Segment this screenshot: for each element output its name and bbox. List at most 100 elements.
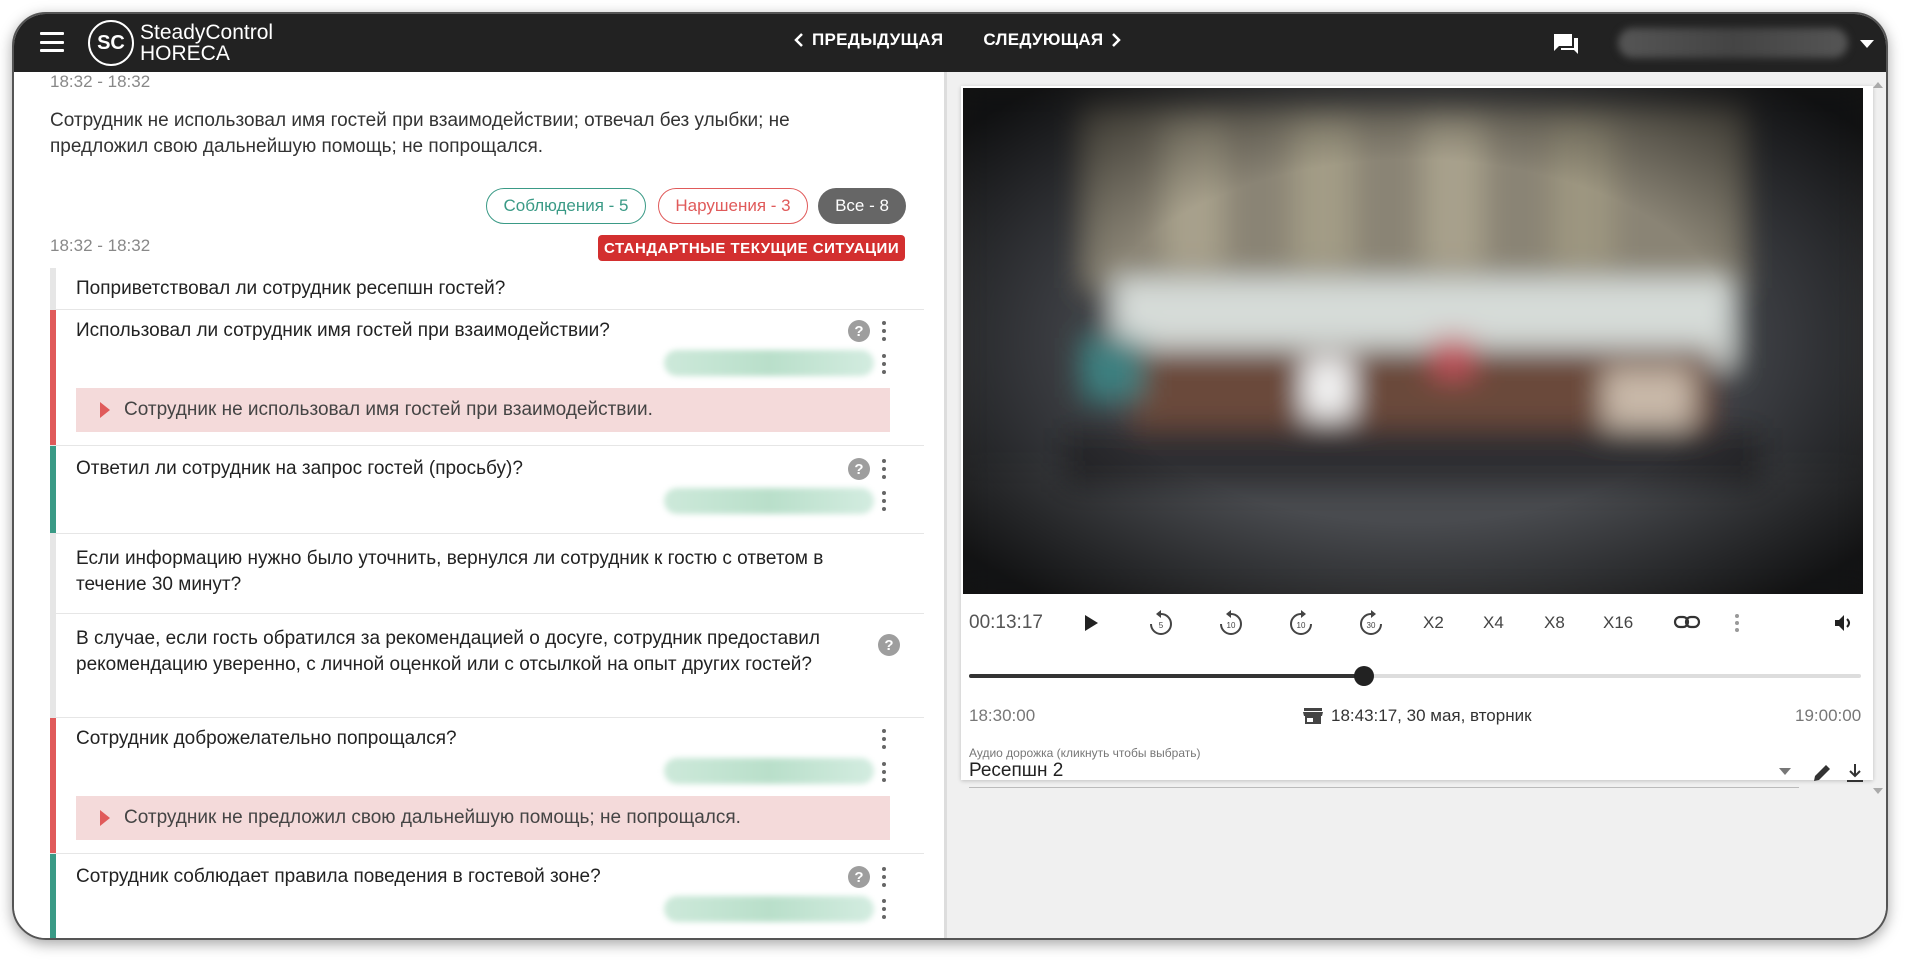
- summary-time: 18:32 - 18:32: [50, 72, 151, 91]
- timeline-datetime: 18:43:17, 30 мая, вторник: [1303, 706, 1532, 726]
- prev-button[interactable]: ПРЕДЫДУЩАЯ: [794, 30, 943, 50]
- status-bar: [50, 614, 56, 717]
- skip-label: 30: [1367, 621, 1376, 630]
- more-vert-icon[interactable]: [881, 762, 887, 782]
- more-vert-icon[interactable]: [881, 459, 887, 479]
- status-bar: [50, 310, 56, 445]
- status-bar: [50, 718, 56, 853]
- speed-x8-button[interactable]: X8: [1544, 613, 1565, 633]
- link-icon[interactable]: [1673, 614, 1701, 630]
- video-frame[interactable]: [963, 88, 1863, 594]
- help-icon[interactable]: ?: [848, 320, 870, 342]
- speed-x2-button[interactable]: X2: [1423, 613, 1444, 633]
- timeline-start: 18:30:00: [969, 706, 1036, 725]
- violation-comment: Сотрудник не использовал имя гостей при …: [76, 388, 890, 432]
- question-row: Поприветствовал ли сотрудник ресепшн гос…: [50, 268, 924, 310]
- datetime-text: 18:43:17, 30 мая, вторник: [1331, 706, 1532, 725]
- logo-mark: SC: [88, 20, 134, 66]
- evaluator-chip: [664, 896, 874, 922]
- question-row: Если информацию нужно было уточнить, вер…: [50, 534, 924, 614]
- evaluator-chip: [664, 758, 874, 784]
- status-bar: [50, 854, 56, 938]
- app-window: SC SteadyControl HORECA ПРЕДЫДУЩАЯ СЛЕДУ…: [12, 12, 1888, 940]
- question-row: Использовал ли сотрудник имя гостей при …: [50, 310, 924, 446]
- more-vert-icon[interactable]: [881, 867, 887, 887]
- violation-comment: Сотрудник не предложил свою дальнейшую п…: [76, 796, 890, 840]
- top-bar: SC SteadyControl HORECA ПРЕДЫДУЩАЯ СЛЕДУ…: [14, 14, 1886, 72]
- edit-icon[interactable]: [1811, 762, 1833, 784]
- audio-track-value: Ресепшн 2: [969, 760, 1064, 781]
- rewind-5-icon[interactable]: 5: [1147, 609, 1175, 637]
- question-row: Сотрудник доброжелательно попрощался? Со…: [50, 718, 924, 854]
- speed-x4-button[interactable]: X4: [1483, 613, 1504, 633]
- status-bar: [50, 446, 56, 533]
- skip-label: 5: [1159, 621, 1164, 630]
- more-vert-icon[interactable]: [881, 354, 887, 374]
- more-vert-icon[interactable]: [881, 899, 887, 919]
- question-text: Ответил ли сотрудник на запрос гостей (п…: [76, 458, 523, 479]
- status-bar: [50, 534, 56, 613]
- help-icon[interactable]: ?: [848, 458, 870, 480]
- violation-text: Сотрудник не предложил свою дальнейшую п…: [124, 807, 741, 828]
- rewind-10-icon[interactable]: 10: [1217, 609, 1245, 637]
- volume-icon[interactable]: [1833, 613, 1853, 633]
- summary-text: Сотрудник не использовал имя гостей при …: [50, 110, 790, 157]
- caret-down-icon[interactable]: [1860, 40, 1874, 48]
- camera-view-image: [963, 88, 1863, 594]
- chevron-left-icon: [794, 33, 803, 47]
- question-text: Поприветствовал ли сотрудник ресепшн гос…: [76, 278, 506, 299]
- more-vert-icon[interactable]: [881, 321, 887, 341]
- question-text: В случае, если гость обратился за рекоме…: [76, 628, 820, 675]
- hamburger-icon[interactable]: [40, 32, 64, 52]
- more-vert-icon[interactable]: [881, 729, 887, 749]
- scroll-up-icon[interactable]: [1873, 82, 1883, 88]
- evaluation-panel: 18:32 - 18:32 Сотрудник не использовал и…: [14, 72, 944, 938]
- user-avatar-name[interactable]: [1618, 28, 1848, 58]
- timeline-handle[interactable]: [1354, 666, 1375, 686]
- question-text: Сотрудник доброжелательно попрощался?: [76, 728, 457, 749]
- play-icon[interactable]: [1083, 614, 1099, 632]
- logo[interactable]: SC SteadyControl HORECA: [88, 20, 273, 66]
- logo-text: SteadyControl HORECA: [140, 22, 273, 64]
- filter-all[interactable]: Все - 8: [818, 188, 906, 224]
- help-icon[interactable]: ?: [878, 634, 900, 656]
- brand-name: SteadyControl: [140, 21, 274, 44]
- timeline-slider[interactable]: [969, 666, 1861, 686]
- store-icon: [1303, 708, 1323, 724]
- current-time: 00:13:17: [969, 612, 1043, 633]
- arrow-right-icon: [100, 810, 110, 826]
- player-card: 00:13:17 5 10 10 30 X2 X4 X8 X16 18:30:0…: [961, 86, 1873, 788]
- timeline-end: 19:00:00: [1795, 706, 1862, 725]
- prev-label: ПРЕДЫДУЩАЯ: [812, 30, 944, 49]
- brand-product: HORECA: [140, 42, 230, 65]
- next-button[interactable]: СЛЕДУЮЩАЯ: [983, 30, 1122, 50]
- chevron-right-icon: [1112, 33, 1122, 47]
- filter-violations[interactable]: Нарушения - 3: [658, 188, 808, 224]
- arrow-right-icon: [100, 402, 110, 418]
- skip-label: 10: [1297, 621, 1306, 630]
- forward-10-icon[interactable]: 10: [1287, 609, 1315, 637]
- violation-text: Сотрудник не использовал имя гостей при …: [124, 399, 653, 420]
- status-bar: [50, 268, 56, 309]
- help-icon[interactable]: ?: [848, 866, 870, 888]
- more-vert-icon[interactable]: [881, 491, 887, 511]
- question-text: Сотрудник соблюдает правила поведения в …: [76, 866, 601, 887]
- question-text: Использовал ли сотрудник имя гостей при …: [76, 320, 610, 341]
- scroll-down-icon[interactable]: [1873, 788, 1883, 794]
- forward-30-icon[interactable]: 30: [1357, 609, 1385, 637]
- audio-track-select[interactable]: Ресепшн 2: [969, 760, 1799, 788]
- chat-icon[interactable]: [1552, 32, 1580, 56]
- evaluator-chip: [664, 350, 874, 376]
- question-row: Ответил ли сотрудник на запрос гостей (п…: [50, 446, 924, 534]
- audio-track-label: Аудио дорожка (кликнуть чтобы выбрать): [969, 746, 1201, 760]
- next-label: СЛЕДУЮЩАЯ: [983, 30, 1104, 49]
- pager-nav: ПРЕДЫДУЩАЯ СЛЕДУЮЩАЯ: [794, 30, 1122, 50]
- question-row: В случае, если гость обратился за рекоме…: [50, 614, 924, 718]
- download-icon[interactable]: [1845, 762, 1865, 784]
- filter-compliance[interactable]: Соблюдения - 5: [486, 188, 646, 224]
- more-vert-icon[interactable]: [1734, 614, 1740, 632]
- question-row: Сотрудник соблюдает правила поведения в …: [50, 854, 924, 938]
- caret-down-icon: [1779, 768, 1791, 775]
- speed-x16-button[interactable]: X16: [1603, 613, 1633, 633]
- evaluator-chip: [664, 488, 874, 514]
